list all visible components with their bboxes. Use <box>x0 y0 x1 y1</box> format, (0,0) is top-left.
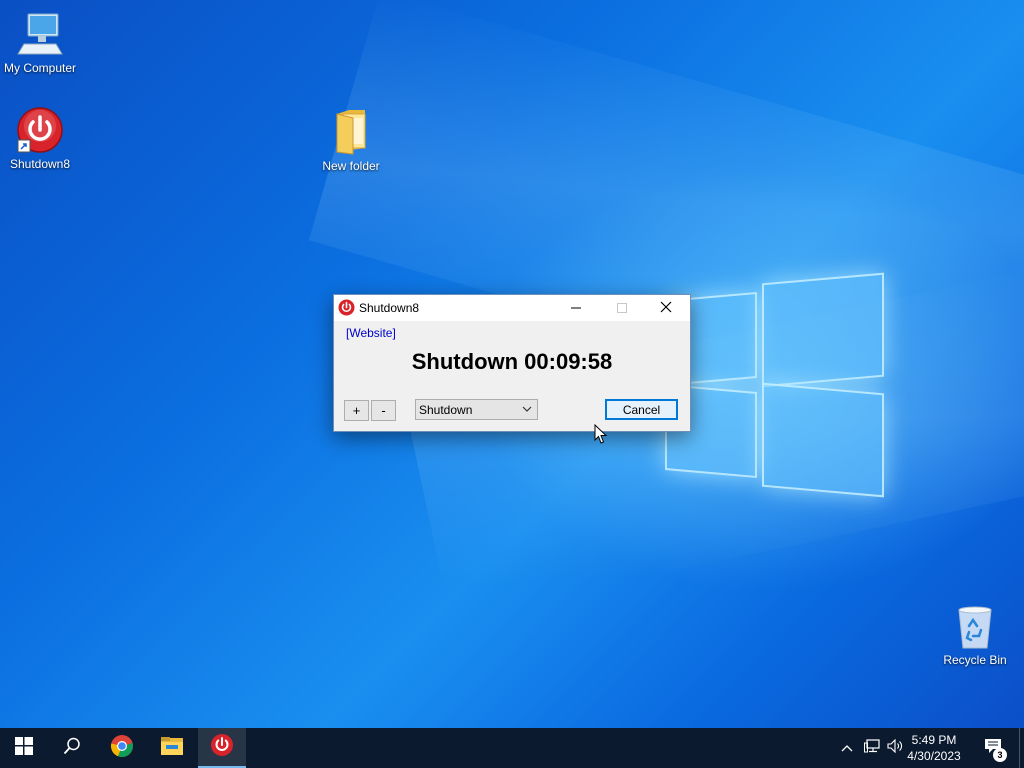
desktop-icon-new-folder[interactable]: New folder <box>311 108 391 173</box>
desktop: My Computer Shutdown8 New folder Recycle… <box>0 0 1024 728</box>
start-button[interactable] <box>0 728 48 768</box>
speaker-icon <box>887 738 903 758</box>
folder-icon <box>327 108 375 156</box>
cancel-button[interactable]: Cancel <box>605 399 678 420</box>
taskbar: 5:49 PM 4/30/2023 3 <box>0 728 1024 768</box>
close-button[interactable] <box>644 295 688 321</box>
action-select[interactable]: Shutdown <box>415 399 538 420</box>
desktop-icon-my-computer[interactable]: My Computer <box>0 10 80 75</box>
chevron-down-icon <box>521 402 533 416</box>
power-icon <box>338 299 355 316</box>
countdown-label: Shutdown 00:09:58 <box>411 349 613 374</box>
chevron-up-icon <box>841 739 853 757</box>
clock-date: 4/30/2023 <box>907 749 961 763</box>
taskbar-shutdown8[interactable] <box>198 728 246 768</box>
taskbar-chrome[interactable] <box>98 728 146 768</box>
notification-count-badge: 3 <box>993 748 1007 762</box>
desktop-icon-recycle-bin[interactable]: Recycle Bin <box>935 602 1015 667</box>
taskbar-file-explorer[interactable] <box>148 728 196 768</box>
show-hidden-icons-button[interactable] <box>836 728 858 768</box>
mouse-cursor-icon <box>594 423 608 445</box>
minimize-icon <box>571 300 581 316</box>
clock-time: 5:49 PM <box>911 733 957 747</box>
website-link[interactable]: [Website] <box>346 326 396 340</box>
power-icon <box>16 106 64 154</box>
close-icon <box>660 300 672 316</box>
dialog-titlebar[interactable]: Shutdown8 <box>334 295 690 321</box>
taskbar-clock[interactable]: 5:49 PM 4/30/2023 <box>902 732 966 764</box>
show-desktop-button[interactable] <box>1019 728 1024 768</box>
computer-icon <box>16 10 64 58</box>
search-icon <box>63 737 81 760</box>
minimize-button[interactable] <box>554 295 598 321</box>
file-explorer-icon <box>160 736 184 761</box>
search-button[interactable] <box>48 728 96 768</box>
chrome-icon <box>110 734 134 763</box>
desktop-icon-label: My Computer <box>3 61 77 75</box>
network-icon <box>864 738 880 758</box>
dialog-title: Shutdown8 <box>359 301 420 315</box>
increase-time-button[interactable]: + <box>344 400 369 421</box>
shutdown8-dialog: Shutdown8 [Website] Shutdown 00:09:58 + … <box>333 294 691 432</box>
action-select-value: Shutdown <box>419 403 473 417</box>
desktop-icon-label: Shutdown8 <box>9 157 71 171</box>
decrease-time-button[interactable]: - <box>371 400 396 421</box>
recycle-bin-icon <box>951 602 999 650</box>
windows-start-icon <box>15 736 33 760</box>
maximize-icon <box>617 300 627 316</box>
power-icon <box>210 733 234 762</box>
maximize-button[interactable] <box>600 295 644 321</box>
desktop-icon-shutdown8[interactable]: Shutdown8 <box>0 106 80 171</box>
desktop-icon-label: New folder <box>322 159 380 173</box>
desktop-icon-label: Recycle Bin <box>943 653 1007 667</box>
network-button[interactable] <box>860 728 884 768</box>
